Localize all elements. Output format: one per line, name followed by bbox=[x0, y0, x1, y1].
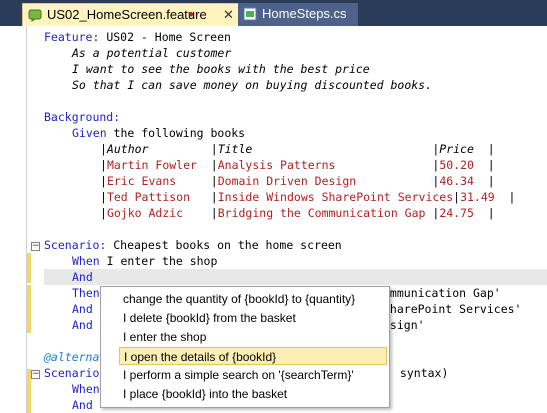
code-line: ommunication Gap' bbox=[383, 286, 501, 300]
code-line: Then bbox=[72, 286, 100, 300]
table-row: |Gojko Adzic |Bridging the Communication… bbox=[100, 206, 495, 220]
code-line: I want to see the books with the best pr… bbox=[72, 62, 370, 76]
tab-us02-homescreen-feature[interactable]: US02_HomeScreen.feature ● ✕ bbox=[22, 3, 246, 26]
code-line: When bbox=[72, 382, 100, 396]
tab-bar: US02_HomeScreen.feature ● ✕ HomeSteps.cs bbox=[0, 0, 547, 26]
current-line-highlight bbox=[44, 269, 547, 285]
code-line: So that I can save money on buying disco… bbox=[72, 78, 433, 92]
feature-file-icon bbox=[28, 9, 42, 22]
code-line: syntax) bbox=[393, 366, 449, 380]
code-line: SharePoint Services' bbox=[383, 302, 522, 316]
close-tab-icon[interactable]: ✕ bbox=[223, 4, 234, 26]
code-line: Scenario: Cheapest books on the home scr… bbox=[44, 238, 342, 252]
code-line: @alterna bbox=[44, 350, 100, 364]
table-row: |Eric Evans |Domain Driven Design |46.34… bbox=[100, 174, 495, 188]
autocomplete-item[interactable]: I enter the shop bbox=[119, 328, 387, 346]
table-row: |Ted Pattison |Inside Windows SharePoint… bbox=[100, 190, 516, 204]
autocomplete-popup[interactable]: change the quantity of {bookId} to {quan… bbox=[100, 286, 390, 408]
table-header-row: |Author |Title |Price | bbox=[100, 142, 495, 156]
code-line: Scenario bbox=[44, 366, 100, 380]
change-marker bbox=[27, 285, 31, 333]
collapse-icon[interactable]: − bbox=[31, 370, 40, 379]
code-line: Feature: US02 - Home Screen bbox=[44, 30, 231, 44]
tab-homesteps-cs[interactable]: HomeSteps.cs bbox=[238, 3, 358, 26]
code-line: And bbox=[72, 302, 93, 316]
autocomplete-item-selected[interactable]: I open the details of {bookId} bbox=[119, 347, 387, 365]
editor-margin bbox=[26, 26, 27, 413]
csharp-file-icon bbox=[243, 7, 257, 21]
code-line: And bbox=[72, 270, 93, 284]
table-row: |Martin Fowler |Analysis Patterns |50.20… bbox=[100, 158, 495, 172]
code-line: Background: bbox=[44, 110, 121, 124]
autocomplete-item[interactable]: I perform a simple search on '{searchTer… bbox=[119, 366, 387, 384]
change-marker bbox=[27, 253, 31, 283]
collapse-icon[interactable]: − bbox=[31, 242, 40, 251]
code-line: And bbox=[72, 398, 93, 412]
unsaved-indicator: ● bbox=[188, 9, 195, 20]
tab-label: HomeSteps.cs bbox=[262, 6, 347, 21]
autocomplete-item[interactable]: I delete {bookId} from the basket bbox=[119, 309, 387, 327]
code-line: As a potential customer bbox=[72, 46, 232, 60]
autocomplete-item[interactable]: change the quantity of {bookId} to {quan… bbox=[119, 290, 387, 308]
code-line: When I enter the shop bbox=[72, 254, 218, 268]
autocomplete-item[interactable]: I place {bookId} into the basket bbox=[119, 385, 387, 403]
code-line: Given the following books bbox=[72, 126, 246, 140]
code-line: And bbox=[72, 318, 93, 332]
tab-label: US02_HomeScreen.feature bbox=[47, 7, 207, 22]
